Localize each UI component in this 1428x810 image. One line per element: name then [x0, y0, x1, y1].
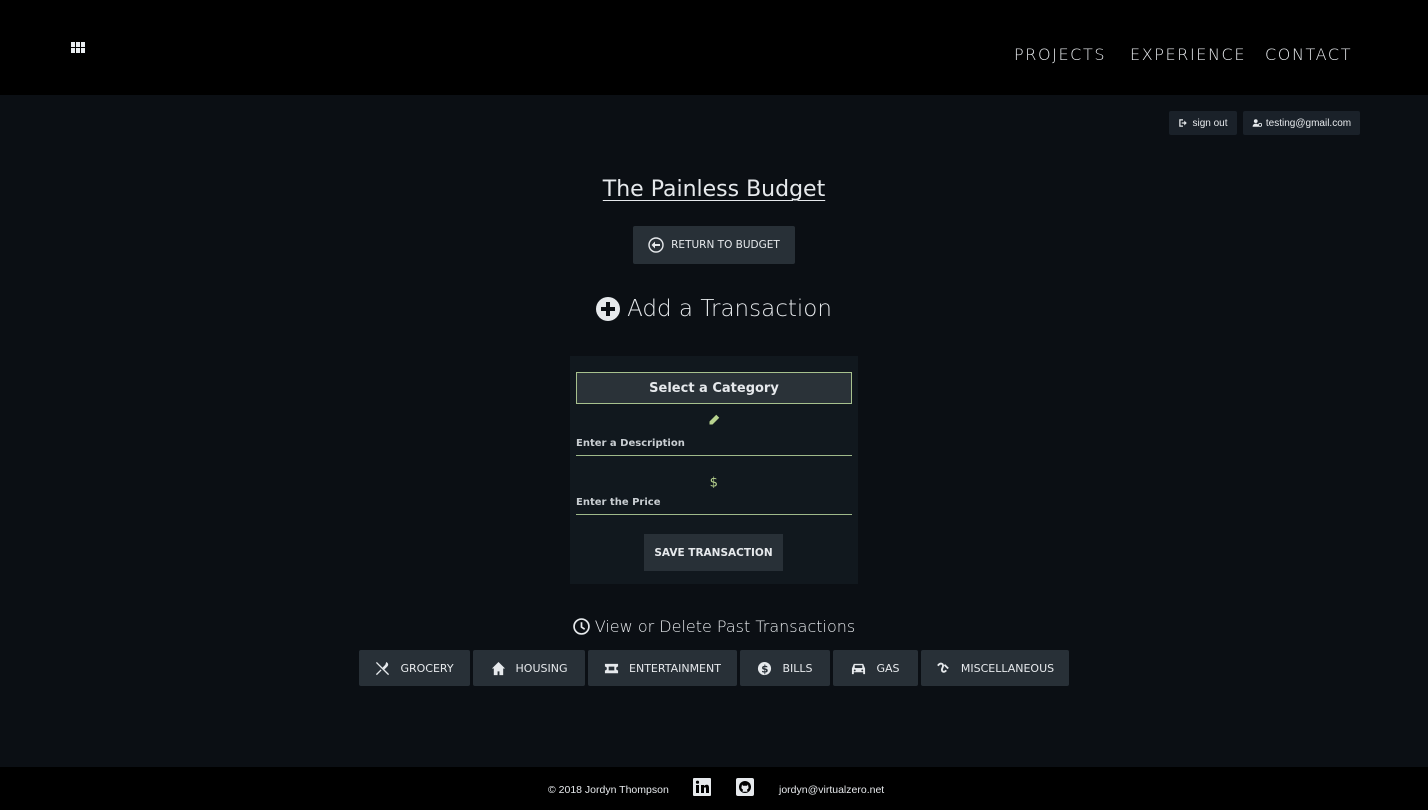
- past-transactions-heading: View or Delete Past Transactions: [0, 617, 1428, 636]
- github-icon[interactable]: [736, 778, 754, 796]
- sign-out-icon: [1179, 119, 1188, 127]
- save-transaction-button[interactable]: SAVE TRANSACTION: [644, 534, 783, 571]
- nav-projects[interactable]: PROJECTS: [1014, 45, 1106, 67]
- sign-out-button[interactable]: sign out: [1169, 111, 1237, 135]
- user-email-button[interactable]: testing@gmail.com: [1243, 111, 1360, 135]
- return-to-budget-label: RETURN TO BUDGET: [671, 239, 780, 251]
- car-icon: [852, 663, 866, 674]
- category-entertainment-label: ENTERTAINMENT: [629, 661, 721, 675]
- user-email-label: testing@gmail.com: [1265, 117, 1352, 129]
- svg-text:$: $: [762, 663, 769, 675]
- arrow-circle-left-icon: [648, 237, 664, 253]
- category-housing-label: HOUSING: [515, 661, 568, 675]
- misc-icon: [936, 662, 949, 673]
- nav-experience[interactable]: EXPERIENCE: [1130, 45, 1246, 67]
- top-navbar: PROJECTS EXPERIENCE CONTACT: [0, 0, 1428, 95]
- sign-out-label: sign out: [1192, 117, 1228, 129]
- ticket-icon: [604, 663, 619, 673]
- home-icon: [491, 661, 505, 675]
- footer-email[interactable]: jordyn@virtualzero.net: [779, 784, 884, 796]
- grid-menu-icon[interactable]: [71, 42, 85, 54]
- svg-text:$: $: [710, 475, 718, 488]
- category-gas-button[interactable]: GAS: [833, 650, 918, 686]
- past-transactions-label: View or Delete Past Transactions: [594, 617, 856, 636]
- footer: [0, 767, 1428, 810]
- add-transaction-heading: Add a Transaction: [0, 296, 1428, 322]
- utensils-icon: [376, 661, 390, 675]
- category-bills-button[interactable]: $ BILLS: [740, 650, 830, 686]
- price-input[interactable]: [576, 495, 852, 515]
- category-select[interactable]: Select a Category: [576, 372, 852, 404]
- transaction-form: Select a Category $ SAVE TRANSACTION: [570, 356, 858, 584]
- add-transaction-label: Add a Transaction: [627, 296, 832, 322]
- return-to-budget-button[interactable]: RETURN TO BUDGET: [633, 226, 795, 264]
- linkedin-icon[interactable]: [693, 778, 711, 796]
- category-miscellaneous-label: MISCELLANEOUS: [960, 661, 1055, 675]
- category-grocery-label: GROCERY: [400, 661, 454, 675]
- dollar-circle-icon: $: [758, 661, 772, 675]
- nav-contact[interactable]: CONTACT: [1265, 45, 1352, 67]
- clock-icon: [572, 618, 590, 635]
- category-miscellaneous-button[interactable]: MISCELLANEOUS: [921, 650, 1069, 686]
- category-entertainment-button[interactable]: ENTERTAINMENT: [588, 650, 737, 686]
- user-cog-icon: [1252, 119, 1262, 127]
- category-grocery-button[interactable]: GROCERY: [359, 650, 470, 686]
- pencil-icon: [570, 414, 858, 430]
- dollar-icon: $: [570, 474, 858, 492]
- copyright-text: © 2018 Jordyn Thompson: [548, 784, 669, 796]
- plus-circle-icon: [596, 297, 621, 321]
- page-title[interactable]: The Painless Budget: [0, 177, 1428, 202]
- category-bills-label: BILLS: [782, 661, 813, 675]
- category-gas-label: GAS: [876, 661, 900, 675]
- description-input[interactable]: [576, 436, 852, 456]
- category-housing-button[interactable]: HOUSING: [473, 650, 585, 686]
